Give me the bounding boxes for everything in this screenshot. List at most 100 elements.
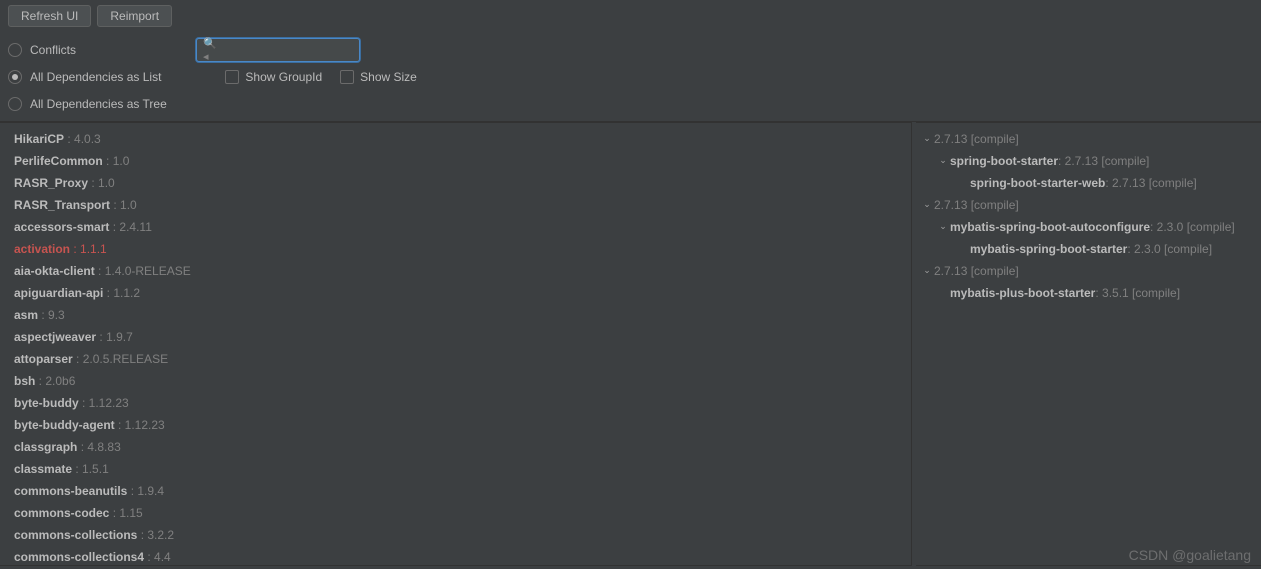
dependency-version: : 1.0 [103, 154, 130, 168]
filter-panel: Conflicts 🔍◂ All Dependencies as List Sh… [0, 32, 1261, 121]
dependency-item[interactable]: attoparser : 2.0.5.RELEASE [0, 349, 911, 371]
dependency-version: : 9.3 [38, 308, 65, 322]
dependency-name: commons-codec [14, 506, 109, 520]
content-area: HikariCP : 4.0.3PerlifeCommon : 1.0RASR_… [0, 121, 1261, 566]
tree-row[interactable]: mybatis-spring-boot-starter : 2.3.0 [com… [916, 239, 1261, 261]
tree-row[interactable]: mybatis-plus-boot-starter : 3.5.1 [compi… [916, 283, 1261, 305]
dependency-list-panel[interactable]: HikariCP : 4.0.3PerlifeCommon : 1.0RASR_… [0, 122, 912, 566]
dependency-item[interactable]: classgraph : 4.8.83 [0, 437, 911, 459]
tree-node-name: mybatis-spring-boot-autoconfigure [950, 218, 1150, 236]
tree-row[interactable]: ⌄spring-boot-starter : 2.7.13 [compile] [916, 151, 1261, 173]
dependency-item[interactable]: accessors-smart : 2.4.11 [0, 217, 911, 239]
tree-node-name: spring-boot-starter [950, 152, 1058, 170]
checkbox-icon [340, 70, 354, 84]
dependency-name: aia-okta-client [14, 264, 95, 278]
dependency-item[interactable]: RASR_Proxy : 1.0 [0, 173, 911, 195]
dependency-item[interactable]: byte-buddy : 1.12.23 [0, 393, 911, 415]
dependency-item[interactable]: commons-collections4 : 4.4 [0, 547, 911, 566]
dependency-name: classmate [14, 462, 72, 476]
dependency-name: activation [14, 242, 70, 256]
chevron-down-icon[interactable]: ⌄ [920, 132, 934, 146]
dependency-name: apiguardian-api [14, 286, 103, 300]
radio-deps-list-label[interactable]: All Dependencies as List [30, 70, 161, 84]
chevron-down-icon[interactable]: ⌄ [936, 220, 950, 234]
dependency-name: asm [14, 308, 38, 322]
dependency-item[interactable]: commons-collections : 3.2.2 [0, 525, 911, 547]
dependency-name: PerlifeCommon [14, 154, 103, 168]
dependency-item[interactable]: RASR_Transport : 1.0 [0, 195, 911, 217]
tree-node-name: mybatis-spring-boot-starter [970, 240, 1127, 258]
dependency-item[interactable]: aia-okta-client : 1.4.0-RELEASE [0, 261, 911, 283]
dependency-version: : 1.1.2 [103, 286, 140, 300]
dependency-name: commons-collections4 [14, 550, 144, 564]
radio-conflicts-label[interactable]: Conflicts [30, 43, 76, 57]
dependency-name: commons-collections [14, 528, 137, 542]
radio-deps-tree[interactable] [8, 97, 22, 111]
dependency-name: byte-buddy [14, 396, 79, 410]
checkbox-show-size[interactable]: Show Size [340, 70, 417, 84]
dependency-item[interactable]: byte-buddy-agent : 1.12.23 [0, 415, 911, 437]
dependency-version: : 3.2.2 [137, 528, 174, 542]
dependency-version: : 1.12.23 [115, 418, 165, 432]
refresh-button[interactable]: Refresh UI [8, 5, 91, 27]
dependency-item[interactable]: asm : 9.3 [0, 305, 911, 327]
tree-row[interactable]: ⌄2.7.13 [compile] [916, 261, 1261, 283]
search-box[interactable]: 🔍◂ [196, 38, 360, 62]
dependency-name: bsh [14, 374, 35, 388]
dependency-item[interactable]: activation : 1.1.1 [0, 239, 911, 261]
tree-row[interactable]: ⌄2.7.13 [compile] [916, 129, 1261, 151]
tree-node-label: 2.7.13 [compile] [934, 130, 1019, 148]
dependency-item[interactable]: HikariCP : 4.0.3 [0, 129, 911, 151]
tree-node-suffix: : 2.7.13 [compile] [1058, 152, 1149, 170]
dependency-version: : 1.0 [88, 176, 115, 190]
dependency-item[interactable]: aspectjweaver : 1.9.7 [0, 327, 911, 349]
dependency-name: aspectjweaver [14, 330, 96, 344]
dependency-version: : 1.5.1 [72, 462, 109, 476]
tree-row[interactable]: spring-boot-starter-web : 2.7.13 [compil… [916, 173, 1261, 195]
dependency-version: : 4.4 [144, 550, 171, 564]
dependency-name: byte-buddy-agent [14, 418, 115, 432]
dependency-version: : 1.4.0-RELEASE [95, 264, 191, 278]
dependency-version: : 4.0.3 [64, 132, 101, 146]
tree-node-suffix: : 2.7.13 [compile] [1105, 174, 1196, 192]
dependency-item[interactable]: classmate : 1.5.1 [0, 459, 911, 481]
dependency-item[interactable]: commons-codec : 1.15 [0, 503, 911, 525]
search-input[interactable] [219, 43, 374, 57]
dependency-version: : 1.9.7 [96, 330, 133, 344]
dependency-name: HikariCP [14, 132, 64, 146]
tree-row[interactable]: ⌄2.7.13 [compile] [916, 195, 1261, 217]
radio-conflicts[interactable] [8, 43, 22, 57]
chevron-down-icon[interactable]: ⌄ [936, 154, 950, 168]
dependency-name: commons-beanutils [14, 484, 127, 498]
dependency-name: RASR_Proxy [14, 176, 88, 190]
dependency-item[interactable]: commons-beanutils : 1.9.4 [0, 481, 911, 503]
dependency-version: : 2.0b6 [35, 374, 75, 388]
tree-node-suffix: : 2.3.0 [compile] [1150, 218, 1235, 236]
dependency-name: RASR_Transport [14, 198, 110, 212]
dependency-version: : 2.4.11 [109, 220, 151, 234]
tree-node-suffix: : 3.5.1 [compile] [1095, 284, 1180, 302]
checkbox-show-size-label: Show Size [360, 70, 417, 84]
dependency-tree-panel[interactable]: ⌄2.7.13 [compile]⌄spring-boot-starter : … [916, 122, 1261, 566]
dependency-version: : 4.8.83 [77, 440, 120, 454]
tree-node-suffix: : 2.3.0 [compile] [1127, 240, 1212, 258]
tree-row[interactable]: ⌄mybatis-spring-boot-autoconfigure : 2.3… [916, 217, 1261, 239]
dependency-version: : 2.0.5.RELEASE [73, 352, 168, 366]
tree-node-label: 2.7.13 [compile] [934, 196, 1019, 214]
dependency-item[interactable]: apiguardian-api : 1.1.2 [0, 283, 911, 305]
toolbar: Refresh UI Reimport [0, 0, 1261, 32]
reimport-button[interactable]: Reimport [97, 5, 172, 27]
radio-deps-tree-label[interactable]: All Dependencies as Tree [30, 97, 167, 111]
radio-deps-list[interactable] [8, 70, 22, 84]
dependency-version: : 1.0 [110, 198, 137, 212]
search-icon: 🔍◂ [203, 37, 217, 63]
chevron-down-icon[interactable]: ⌄ [920, 198, 934, 212]
dependency-name: accessors-smart [14, 220, 109, 234]
dependency-name: attoparser [14, 352, 73, 366]
chevron-down-icon[interactable]: ⌄ [920, 264, 934, 278]
dependency-item[interactable]: bsh : 2.0b6 [0, 371, 911, 393]
dependency-version: : 1.12.23 [79, 396, 129, 410]
tree-node-name: spring-boot-starter-web [970, 174, 1105, 192]
checkbox-show-groupid[interactable]: Show GroupId [225, 70, 322, 84]
dependency-item[interactable]: PerlifeCommon : 1.0 [0, 151, 911, 173]
